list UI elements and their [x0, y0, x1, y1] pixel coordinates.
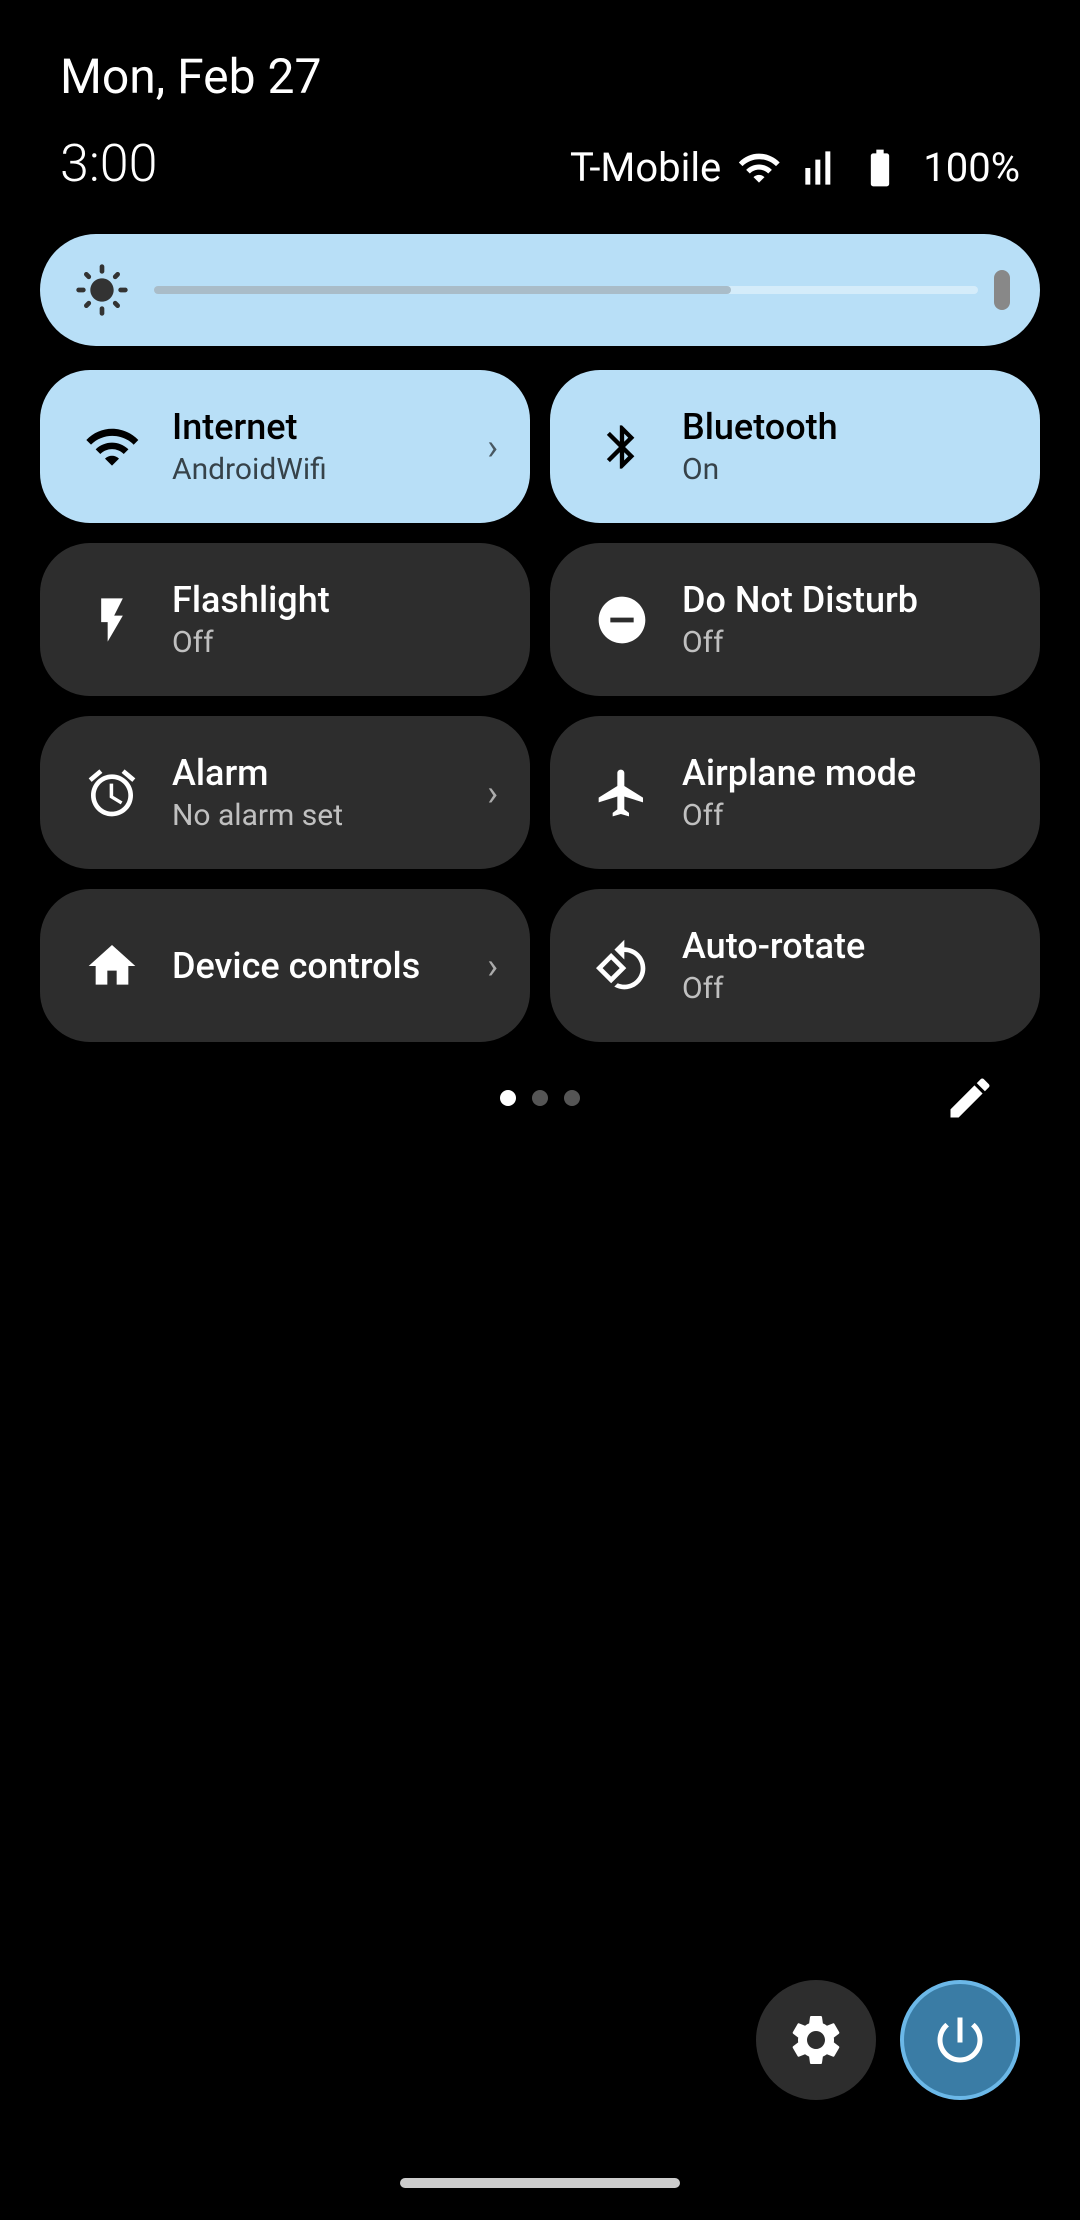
status-bar: Mon, Feb 27: [0, 0, 1080, 125]
alarm-arrow-icon: ›: [487, 772, 498, 814]
quick-settings-panel: Internet AndroidWifi › Bluetooth On: [0, 194, 1080, 1106]
airplane-subtitle: Off: [682, 798, 916, 833]
edit-button[interactable]: [940, 1068, 1000, 1128]
bluetooth-subtitle: On: [682, 452, 838, 487]
rotate-icon: [590, 934, 654, 998]
brightness-fill: [154, 286, 731, 294]
home-bar: [400, 2178, 680, 2188]
brightness-icon: [70, 258, 134, 322]
settings-button[interactable]: [756, 1980, 876, 2100]
airplane-tile[interactable]: Airplane mode Off: [550, 716, 1040, 869]
carrier-label: T-Mobile: [570, 144, 721, 191]
dnd-icon: [590, 588, 654, 652]
page-dot-1[interactable]: [500, 1090, 516, 1106]
alarm-tile[interactable]: Alarm No alarm set ›: [40, 716, 530, 869]
tiles-grid: Internet AndroidWifi › Bluetooth On: [40, 370, 1040, 1042]
flashlight-tile-text: Flashlight Off: [172, 579, 330, 660]
alarm-subtitle: No alarm set: [172, 798, 343, 833]
internet-subtitle: AndroidWifi: [172, 452, 327, 487]
bluetooth-title: Bluetooth: [682, 406, 838, 448]
internet-title: Internet: [172, 406, 327, 448]
bluetooth-tile[interactable]: Bluetooth On: [550, 370, 1040, 523]
brightness-track[interactable]: [154, 286, 978, 294]
auto-rotate-tile[interactable]: Auto-rotate Off: [550, 889, 1040, 1042]
battery-icon: [853, 146, 907, 190]
wifi-icon: [80, 415, 144, 479]
device-controls-tile-text: Device controls: [172, 945, 420, 987]
status-date: Mon, Feb 27: [60, 48, 321, 105]
power-button[interactable]: [900, 1980, 1020, 2100]
page-dot-2[interactable]: [532, 1090, 548, 1106]
page-indicators: [40, 1090, 1040, 1106]
device-controls-tile[interactable]: Device controls ›: [40, 889, 530, 1042]
alarm-tile-text: Alarm No alarm set: [172, 752, 343, 833]
flashlight-tile[interactable]: Flashlight Off: [40, 543, 530, 696]
status-time: 3:00: [60, 133, 157, 194]
brightness-slider[interactable]: [40, 234, 1040, 346]
airplane-title: Airplane mode: [682, 752, 916, 794]
auto-rotate-tile-text: Auto-rotate Off: [682, 925, 865, 1006]
flashlight-icon: [80, 588, 144, 652]
dnd-tile[interactable]: Do Not Disturb Off: [550, 543, 1040, 696]
wifi-status-icon: [737, 146, 781, 190]
battery-label: 100%: [923, 144, 1020, 191]
brightness-handle[interactable]: [994, 270, 1010, 310]
internet-tile[interactable]: Internet AndroidWifi ›: [40, 370, 530, 523]
status-row: 3:00 T-Mobile 100%: [0, 133, 1080, 194]
home-icon: [80, 934, 144, 998]
internet-tile-text: Internet AndroidWifi: [172, 406, 327, 487]
device-controls-title: Device controls: [172, 945, 420, 987]
dnd-tile-text: Do Not Disturb Off: [682, 579, 918, 660]
internet-arrow-icon: ›: [487, 426, 498, 468]
bluetooth-icon: [590, 415, 654, 479]
bluetooth-tile-text: Bluetooth On: [682, 406, 838, 487]
dnd-subtitle: Off: [682, 625, 918, 660]
page-dot-3[interactable]: [564, 1090, 580, 1106]
bottom-buttons: [756, 1980, 1020, 2100]
airplane-tile-text: Airplane mode Off: [682, 752, 916, 833]
flashlight-title: Flashlight: [172, 579, 330, 621]
flashlight-subtitle: Off: [172, 625, 330, 660]
status-right: T-Mobile 100%: [570, 136, 1020, 191]
auto-rotate-subtitle: Off: [682, 971, 865, 1006]
dnd-title: Do Not Disturb: [682, 579, 918, 621]
alarm-icon: [80, 761, 144, 825]
device-controls-arrow-icon: ›: [487, 945, 498, 987]
airplane-icon: [590, 761, 654, 825]
auto-rotate-title: Auto-rotate: [682, 925, 865, 967]
signal-icon: [797, 146, 837, 190]
alarm-title: Alarm: [172, 752, 343, 794]
